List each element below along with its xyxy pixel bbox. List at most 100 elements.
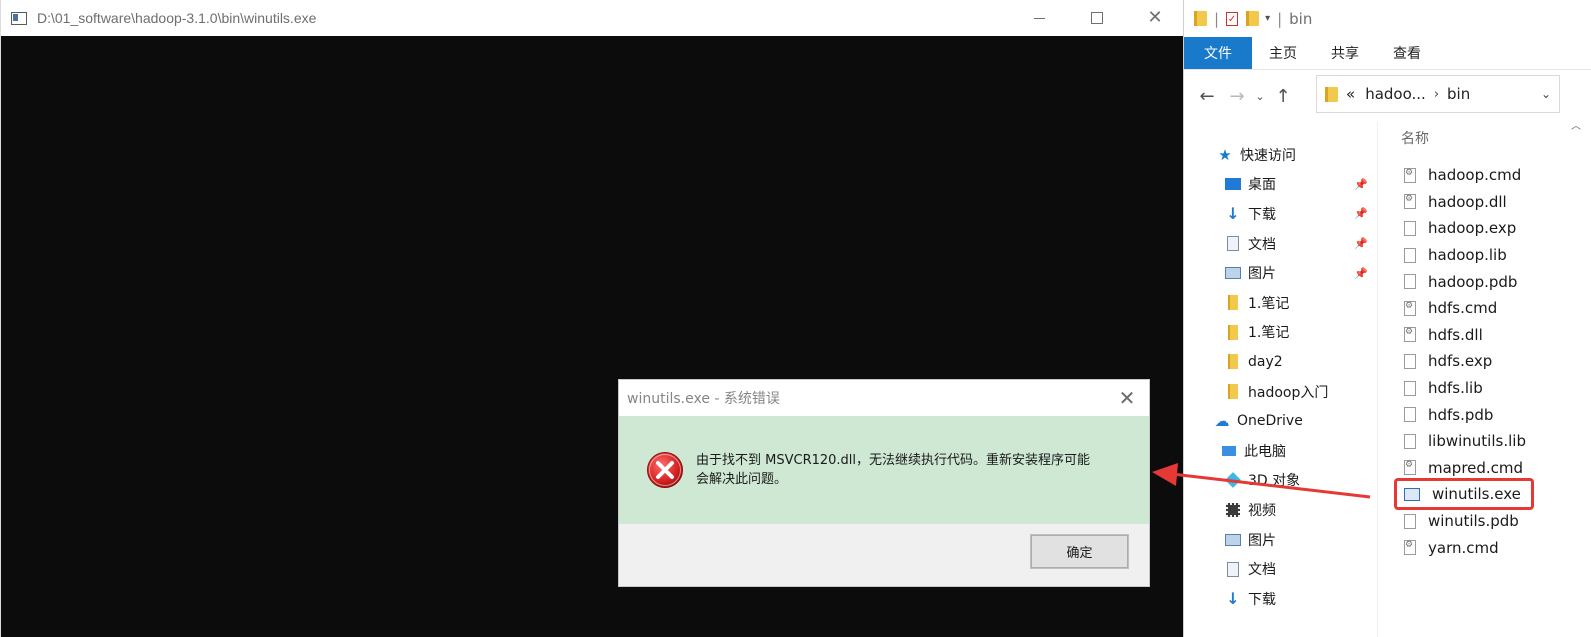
forward-arrow-icon[interactable]: →: [1222, 86, 1252, 107]
list-item[interactable]: hdfs.pdb: [1404, 401, 1526, 428]
sidebar-item-label: 文档: [1248, 236, 1276, 253]
sidebar-item-downloads[interactable]: ↓ 下载 📌: [1184, 199, 1380, 229]
sidebar-item-hadoop-intro[interactable]: hadoop入门: [1184, 377, 1380, 407]
sidebar-item-onedrive[interactable]: ☁ OneDrive: [1184, 406, 1380, 436]
sidebar-item-label: 图片: [1248, 266, 1276, 283]
sidebar-item-day2[interactable]: day2: [1184, 347, 1380, 377]
sidebar-item-pictures-pc[interactable]: 图片: [1184, 525, 1380, 555]
console-titlebar[interactable]: D:\01_software\hadoop-3.1.0\bin\winutils…: [1, 0, 1184, 36]
sidebar-item-documents[interactable]: 文档 📌: [1184, 229, 1380, 259]
blank-file-icon: [1404, 380, 1416, 396]
back-arrow-icon[interactable]: ←: [1192, 86, 1222, 107]
minimize-button[interactable]: [1010, 0, 1068, 36]
pin-icon[interactable]: 📌: [1354, 237, 1368, 250]
file-name: libwinutils.lib: [1428, 432, 1526, 451]
download-icon: ↓: [1226, 204, 1240, 224]
sidebar-item-downloads-pc[interactable]: ↓ 下载: [1184, 584, 1380, 614]
blank-file-icon: [1404, 513, 1416, 529]
sidebar-item-label: 快速访问: [1240, 147, 1296, 164]
list-item[interactable]: hadoop.lib: [1404, 242, 1526, 269]
download-icon: ↓: [1226, 589, 1240, 609]
sidebar-item-videos[interactable]: 视频: [1184, 495, 1380, 525]
sidebar-item-label: day2: [1248, 353, 1283, 370]
tab-view[interactable]: 查看: [1376, 37, 1438, 69]
pictures-icon: [1224, 532, 1242, 548]
address-dropdown-chevron-icon[interactable]: ⌄: [1541, 87, 1551, 101]
console-window-controls: ✕: [1010, 0, 1184, 36]
console-title: D:\01_software\hadoop-3.1.0\bin\winutils…: [37, 10, 317, 26]
dialog-titlebar[interactable]: winutils.exe - 系统错误 ✕: [619, 380, 1149, 416]
pictures-icon: [1224, 265, 1242, 281]
new-folder-quick-icon[interactable]: [1246, 11, 1260, 26]
sidebar-item-pictures[interactable]: 图片 📌: [1184, 258, 1380, 288]
gear-file-icon: [1404, 300, 1416, 316]
recent-locations-chevron-icon[interactable]: ⌄: [1252, 90, 1268, 103]
pin-icon[interactable]: 📌: [1354, 178, 1368, 191]
file-name: hadoop.pdb: [1428, 272, 1518, 291]
address-prefix[interactable]: «: [1346, 85, 1355, 103]
sidebar-item-label: 1.笔记: [1248, 325, 1290, 342]
explorer-titlebar[interactable]: | ✓ ▾ | bin: [1184, 0, 1591, 37]
file-name: hadoop.dll: [1428, 192, 1507, 211]
list-item[interactable]: hdfs.exp: [1404, 348, 1526, 375]
list-item[interactable]: hadoop.cmd: [1404, 162, 1526, 189]
sidebar-item-notes-1[interactable]: 1.笔记: [1184, 288, 1380, 318]
blank-file-icon: [1404, 353, 1416, 369]
video-icon: [1224, 502, 1242, 518]
sidebar-item-label: 下载: [1248, 206, 1276, 223]
folder-icon: [1224, 354, 1242, 370]
navigation-pane: ★ 快速访问 桌面 📌 ↓ 下载 📌 文档 📌 图片 📌 1.笔记 1.笔记 d…: [1184, 140, 1380, 614]
sidebar-item-quick-access[interactable]: ★ 快速访问: [1184, 140, 1380, 170]
list-item[interactable]: hadoop.exp: [1404, 215, 1526, 242]
blank-file-icon: [1404, 220, 1416, 236]
tab-home[interactable]: 主页: [1252, 37, 1314, 69]
dialog-close-button[interactable]: ✕: [1115, 386, 1139, 410]
address-segment-bin[interactable]: bin: [1447, 85, 1470, 103]
sidebar-item-this-pc[interactable]: 此电脑: [1184, 436, 1380, 466]
sidebar-item-label: 桌面: [1248, 177, 1276, 194]
dialog-title: winutils.exe - 系统错误: [627, 391, 780, 407]
blank-file-icon: [1404, 274, 1416, 290]
list-item[interactable]: libwinutils.lib: [1404, 428, 1526, 455]
breadcrumb-chevron-icon[interactable]: ›: [1434, 87, 1439, 102]
ok-button[interactable]: 确定: [1030, 534, 1129, 569]
sidebar-item-label: 此电脑: [1244, 443, 1286, 460]
list-item[interactable]: hadoop.dll: [1404, 189, 1526, 216]
folder-icon: [1224, 295, 1242, 311]
list-item[interactable]: hdfs.lib: [1404, 375, 1526, 402]
sidebar-item-desktop[interactable]: 桌面 📌: [1184, 170, 1380, 200]
list-item[interactable]: hdfs.dll: [1404, 322, 1526, 349]
error-dialog: winutils.exe - 系统错误 ✕ 由于找不到 MSVCR120.dll…: [618, 379, 1150, 587]
pin-icon[interactable]: 📌: [1354, 267, 1368, 280]
list-item[interactable]: winutils.pdb: [1404, 508, 1526, 535]
maximize-button[interactable]: [1068, 0, 1126, 36]
properties-quick-icon[interactable]: ✓: [1226, 11, 1239, 26]
address-row: ← → ⌄ ↑ « hadoo... › bin ⌄: [1184, 70, 1591, 122]
tab-share[interactable]: 共享: [1314, 37, 1376, 69]
file-name: hdfs.exp: [1428, 352, 1493, 371]
customize-toolbar-chevron-icon[interactable]: ▾: [1265, 13, 1270, 24]
sidebar-item-3d-objects[interactable]: 3D 对象: [1184, 466, 1380, 496]
close-button[interactable]: ✕: [1126, 0, 1184, 36]
blank-file-icon: [1404, 247, 1416, 263]
sidebar-item-documents-pc[interactable]: 文档: [1184, 554, 1380, 584]
sidebar-item-label: hadoop入门: [1248, 384, 1329, 401]
pin-icon[interactable]: 📌: [1354, 207, 1368, 220]
address-segment-hadoop[interactable]: hadoo...: [1365, 85, 1426, 103]
sort-up-chevron-icon: ︿: [1571, 121, 1581, 132]
file-name: yarn.cmd: [1428, 538, 1499, 557]
folder-icon: [1224, 324, 1242, 340]
star-icon: ★: [1218, 145, 1232, 164]
sidebar-item-notes-2[interactable]: 1.笔记: [1184, 318, 1380, 348]
tab-file[interactable]: 文件: [1184, 37, 1252, 69]
up-arrow-icon[interactable]: ↑: [1268, 86, 1298, 107]
column-header-name[interactable]: 名称: [1401, 128, 1429, 148]
sidebar-item-label: 1.笔记: [1248, 295, 1290, 312]
list-item[interactable]: yarn.cmd: [1404, 534, 1526, 561]
list-item[interactable]: hdfs.cmd: [1404, 295, 1526, 322]
address-bar[interactable]: « hadoo... › bin ⌄: [1316, 75, 1560, 113]
sidebar-item-label: 视频: [1248, 502, 1276, 519]
list-item[interactable]: hadoop.pdb: [1404, 268, 1526, 295]
dialog-footer: 确定: [619, 524, 1149, 586]
sidebar-item-label: 图片: [1248, 532, 1276, 549]
